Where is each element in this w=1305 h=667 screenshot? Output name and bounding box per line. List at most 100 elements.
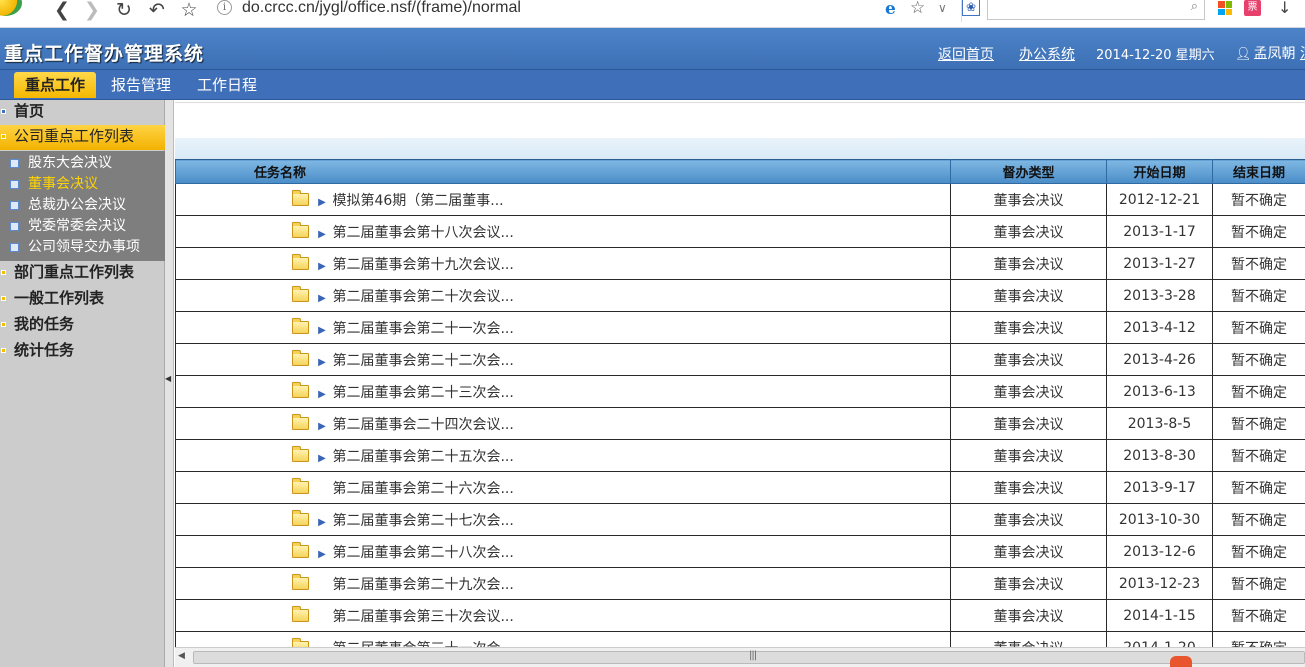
table-row[interactable]: ▶ 第二届董事会第二十七次会... 董事会决议 2013-10-30 暂不确定 [175, 503, 1305, 536]
ticket-icon[interactable]: 票 [1244, 0, 1261, 16]
task-name-cell[interactable]: ▶ 第二届董事会第三十次会议... [175, 599, 951, 632]
table-row[interactable]: ▶ 第二届董事会第二十三次会... 董事会决议 2013-6-13 暂不确定 [175, 375, 1305, 408]
task-name[interactable]: 第二届董事会第二十六次会... [332, 481, 513, 497]
table-row[interactable]: ▶ 第二届董事会第三十次会议...董事会决议2014-1-15暂不确定 [175, 599, 1305, 632]
folder-icon [292, 509, 309, 526]
task-name-cell[interactable]: ▶ 第二届董事会二十四次会议... [175, 407, 951, 440]
task-name[interactable]: 第二届董事会第二十九次会... [332, 577, 513, 593]
logout-link[interactable]: 注 [1300, 46, 1305, 62]
expand-arrow-icon[interactable]: ▶ [316, 517, 328, 528]
home-link[interactable]: 返回首页 [938, 44, 994, 64]
ie-mode-icon[interactable]: e [885, 0, 896, 19]
undo-icon[interactable]: ↶ [147, 0, 167, 20]
tab-key-work[interactable]: 重点工作 [14, 72, 97, 98]
task-name[interactable]: 第二届董事会第二十一次会... [332, 321, 513, 337]
sidebar-subitem-label: 总裁办公会决议 [28, 197, 126, 213]
tab-report-management[interactable]: 报告管理 [103, 72, 179, 98]
expand-arrow-icon[interactable]: ▶ [316, 357, 328, 368]
url-text[interactable]: do.crcc.cn/jygl/office.nsf/(frame)/norma… [242, 0, 521, 18]
download-icon[interactable]: ↓ [1278, 0, 1291, 17]
task-name-cell[interactable]: ▶ 第二届董事会第二十二次会... [175, 343, 951, 376]
expand-arrow-icon[interactable]: ▶ [316, 261, 328, 272]
address-bar[interactable]: i do.crcc.cn/jygl/office.nsf/(frame)/nor… [210, 0, 980, 22]
column-header-end-date[interactable]: 结束日期 [1212, 159, 1305, 184]
sidebar-collapse-bar[interactable]: ◀ [165, 100, 174, 667]
star-icon[interactable]: ☆ [179, 0, 199, 20]
task-name[interactable]: 第二届董事会第十八次会议... [332, 225, 513, 241]
column-header-start-date[interactable]: 开始日期 [1106, 159, 1213, 184]
table-row[interactable]: ▶ 第二届董事会第二十二次会... 董事会决议 2013-4-26 暂不确定 [175, 343, 1305, 376]
back-arrow-icon[interactable]: ❮ [52, 0, 72, 20]
expand-arrow-icon[interactable]: ▶ [316, 293, 328, 304]
scroll-left-arrow-icon[interactable]: ◀ [178, 651, 185, 661]
horizontal-scrollbar[interactable]: ◀ ||| [175, 647, 1305, 667]
baidu-paw-icon[interactable]: ❀ [962, 0, 980, 16]
task-name[interactable]: 第二届董事会第二十三次会... [332, 385, 513, 401]
table-row[interactable]: ▶ 第二届董事会第二十八次会... 董事会决议 2013-12-6 暂不确定 [175, 535, 1305, 568]
chevron-down-icon[interactable]: ∨ [938, 0, 947, 18]
task-name-cell[interactable]: ▶ 第二届董事会第十八次会议... [175, 215, 951, 248]
sidebar-subitem-board[interactable]: 董事会决议 [0, 174, 165, 195]
column-header-task-name[interactable]: 任务名称 [175, 159, 951, 184]
task-name-cell[interactable]: ▶ 第二届董事会第二十七次会... [175, 503, 951, 536]
task-name-cell[interactable]: ▶ 第二届董事会第二十三次会... [175, 375, 951, 408]
floating-widget-icon[interactable] [1170, 656, 1192, 667]
expand-arrow-icon[interactable]: ▶ [316, 325, 328, 336]
sidebar-item-home[interactable]: 首页 [0, 100, 165, 125]
table-row[interactable]: ▶ 第二届董事会第十九次会议... 董事会决议 2013-1-27 暂不确定 [175, 247, 1305, 280]
task-name-cell[interactable]: ▶ 第二届董事会第十九次会议... [175, 247, 951, 280]
table-row[interactable]: ▶ 第二届董事会第二十次会议... 董事会决议 2013-3-28 暂不确定 [175, 279, 1305, 312]
table-row[interactable]: ▶ 第二届董事会第二十六次会...董事会决议2013-9-17暂不确定 [175, 471, 1305, 504]
search-input[interactable]: ⌕ [987, 0, 1205, 20]
sidebar-item-general-work[interactable]: 一般工作列表 [0, 287, 165, 312]
table-row[interactable]: ▶ 第二届董事会二十四次会议... 董事会决议 2013-8-5 暂不确定 [175, 407, 1305, 440]
task-name-cell[interactable]: ▶ 第二届董事会第二十次会议... [175, 279, 951, 312]
task-name-cell[interactable]: ▶ 第二届董事会第二十五次会... [175, 439, 951, 472]
task-name[interactable]: 第二届董事会第三十次会议... [332, 609, 513, 625]
task-name[interactable]: 第二届董事会第二十七次会... [332, 513, 513, 529]
table-row[interactable]: ▶ 第二届董事会第二十五次会... 董事会决议 2013-8-30 暂不确定 [175, 439, 1305, 472]
task-name[interactable]: 模拟第46期（第二届董事... [332, 193, 503, 209]
sidebar-subitem-leader-assigned[interactable]: 公司领导交办事项 [0, 237, 165, 258]
task-name-cell[interactable]: ▶ 第二届董事会第二十一次会... [175, 311, 951, 344]
scrollbar-thumb[interactable]: ||| [193, 650, 1305, 664]
table-row[interactable]: ▶ 第二届董事会第十八次会议... 董事会决议 2013-1-17 暂不确定 [175, 215, 1305, 248]
task-name[interactable]: 第二届董事会第二十八次会... [332, 545, 513, 561]
expand-arrow-icon[interactable]: ▶ [316, 389, 328, 400]
expand-arrow-icon[interactable]: ▶ [316, 197, 328, 208]
table-row[interactable]: ▶ 第二届董事会第二十九次会...董事会决议2013-12-23暂不确定 [175, 567, 1305, 600]
sidebar-subitem-party-committee[interactable]: 党委常委会决议 [0, 216, 165, 237]
column-header-supervise-type[interactable]: 督办类型 [950, 159, 1107, 184]
table-row[interactable]: ▶ 第二届董事会第二十一次会... 董事会决议 2013-4-12 暂不确定 [175, 311, 1305, 344]
sidebar-item-department-key-work[interactable]: 部门重点工作列表 [0, 261, 165, 286]
collapse-arrow-icon[interactable]: ◀ [165, 374, 171, 383]
sidebar-subitem-shareholders[interactable]: 股东大会决议 [0, 153, 165, 174]
task-name-cell[interactable]: ▶ 第二届董事会第二十八次会... [175, 535, 951, 568]
task-name[interactable]: 第二届董事会第二十次会议... [332, 289, 513, 305]
task-name[interactable]: 第二届董事会第十九次会议... [332, 257, 513, 273]
sidebar-item-my-tasks[interactable]: 我的任务 [0, 313, 165, 338]
table-row[interactable]: ▶ 模拟第46期（第二届董事... 董事会决议 2012-12-21 暂不确定 [175, 183, 1305, 216]
site-info-icon[interactable]: i [217, 0, 232, 15]
sidebar-item-company-key-work[interactable]: 公司重点工作列表 [0, 125, 165, 150]
bookmark-star-icon[interactable]: ☆ [910, 0, 925, 18]
task-name-cell[interactable]: ▶ 模拟第46期（第二届董事... [175, 183, 951, 216]
expand-arrow-icon[interactable]: ▶ [316, 549, 328, 560]
search-icon[interactable]: ⌕ [1191, 0, 1198, 14]
task-name[interactable]: 第二届董事会二十四次会议... [332, 417, 513, 433]
expand-arrow-icon[interactable]: ▶ [316, 421, 328, 432]
sidebar-subitem-president-office[interactable]: 总裁办公会决议 [0, 195, 165, 216]
forward-arrow-icon[interactable]: ❯ [82, 0, 102, 20]
tab-work-schedule[interactable]: 工作日程 [189, 72, 265, 98]
task-name-cell[interactable]: ▶ 第二届董事会第二十九次会... [175, 567, 951, 600]
task-name[interactable]: 第二届董事会第二十五次会... [332, 449, 513, 465]
task-name-cell[interactable]: ▶ 第二届董事会第二十六次会... [175, 471, 951, 504]
expand-arrow-icon[interactable]: ▶ [316, 229, 328, 240]
apps-grid-icon[interactable] [1218, 1, 1232, 15]
bullet-icon [1, 270, 6, 275]
refresh-icon[interactable]: ↻ [114, 0, 134, 20]
expand-arrow-icon[interactable]: ▶ [316, 453, 328, 464]
task-name[interactable]: 第二届董事会第二十二次会... [332, 353, 513, 369]
sidebar-item-statistics[interactable]: 统计任务 [0, 339, 165, 364]
office-system-link[interactable]: 办公系统 [1019, 44, 1075, 64]
